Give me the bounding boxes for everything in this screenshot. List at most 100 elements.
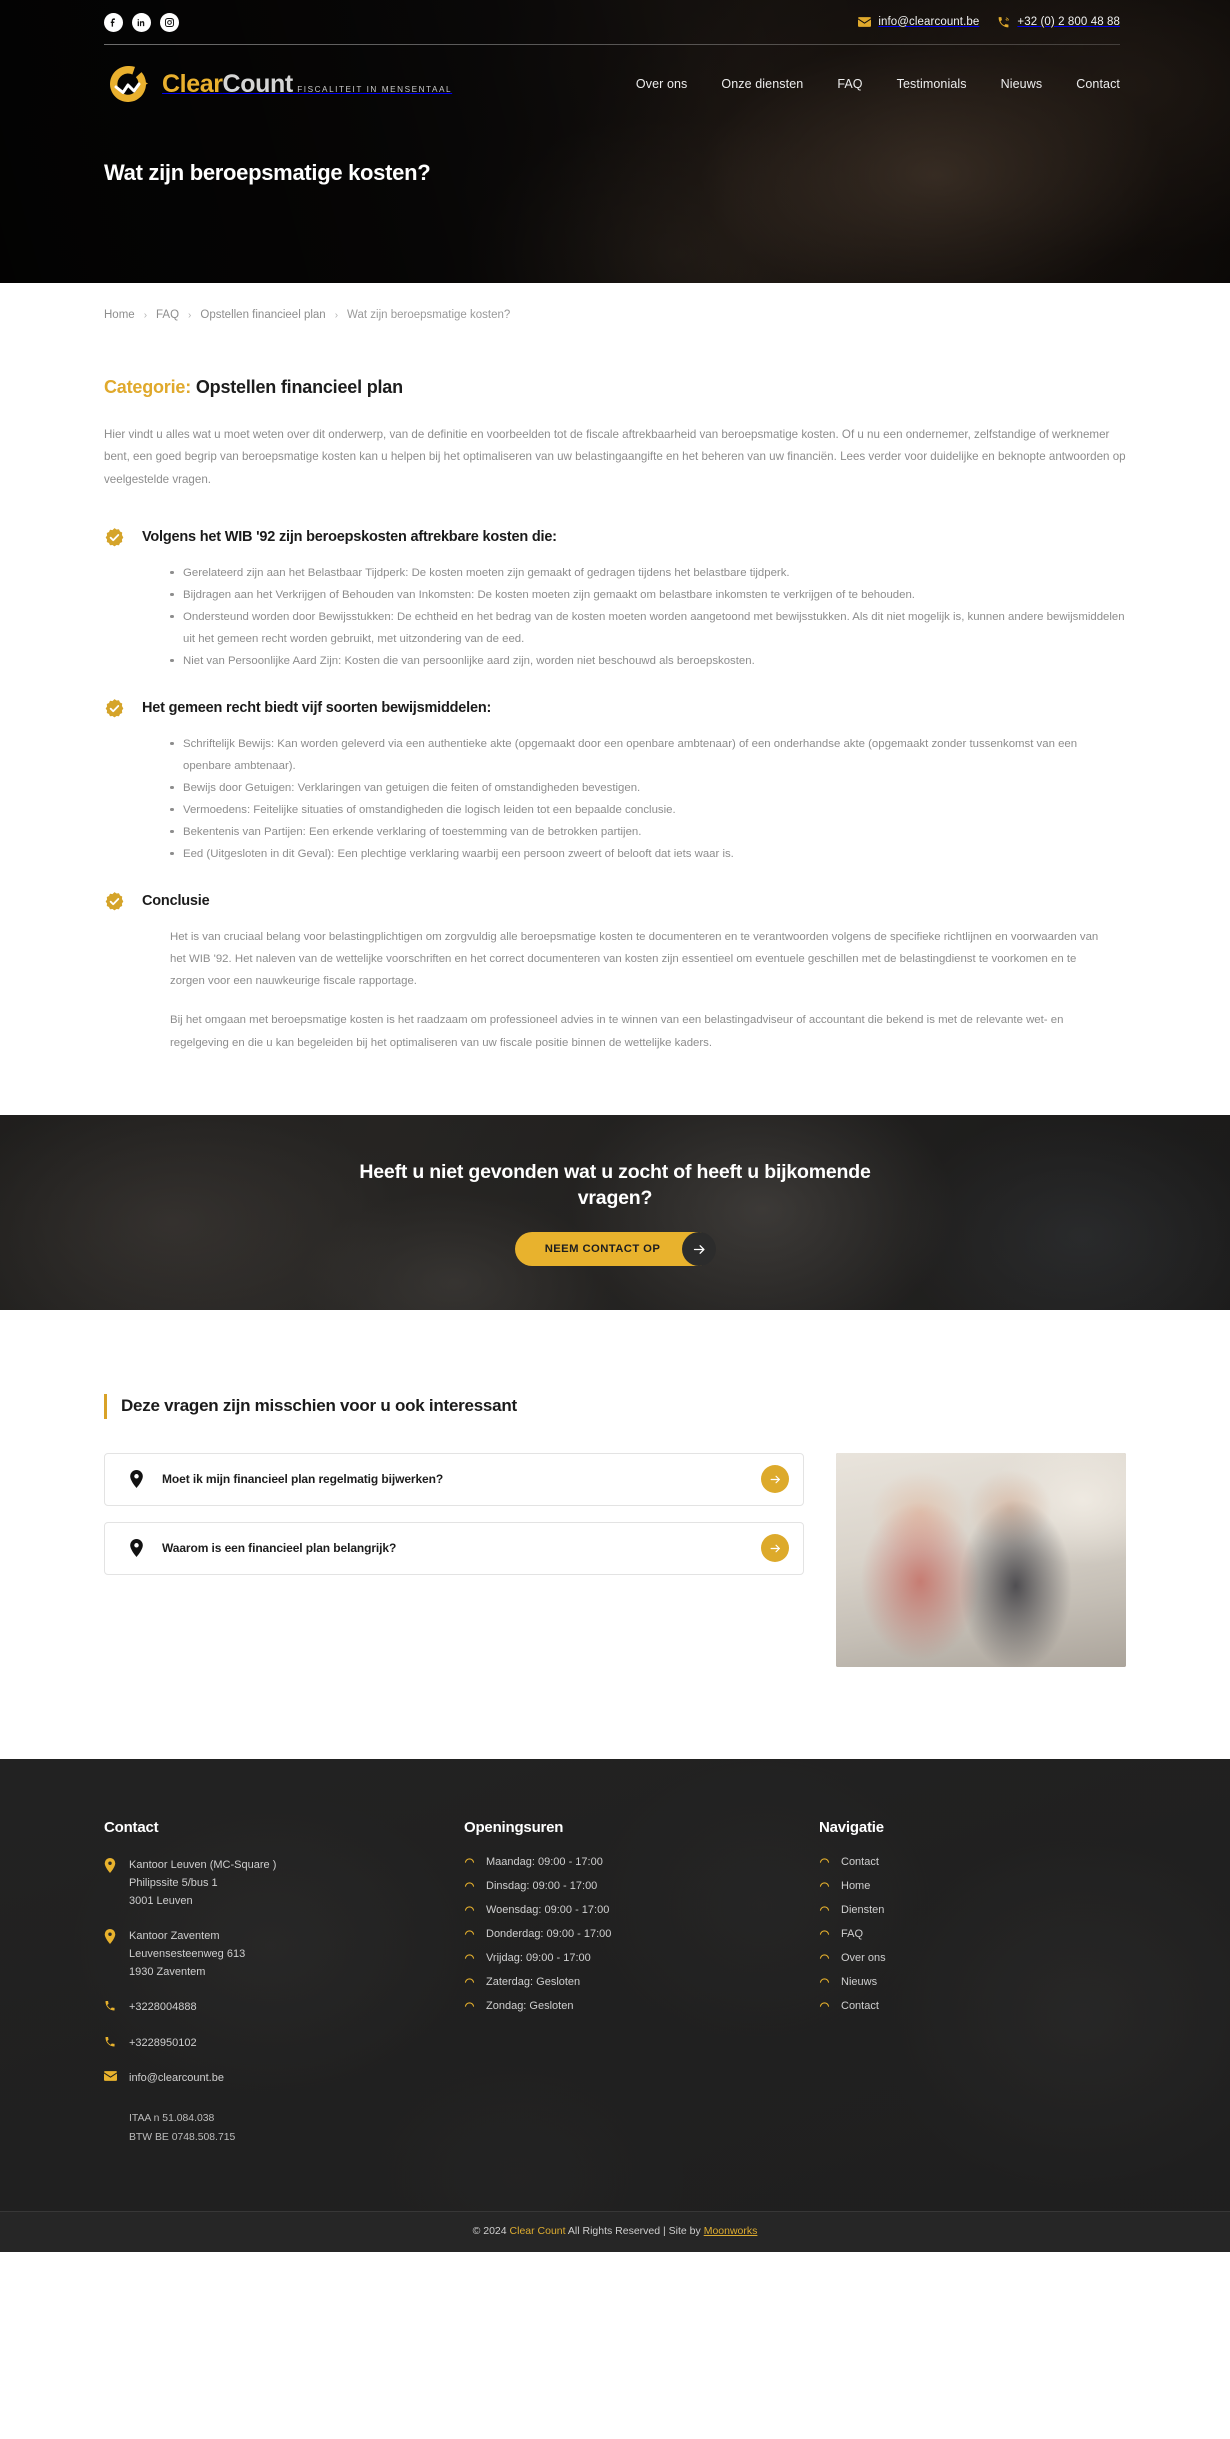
list-item: Bekentenis van Partijen: Een erkende ver… — [170, 821, 1126, 843]
breadcrumb-item-category[interactable]: Opstellen financieel plan — [200, 309, 325, 321]
list-item: Nieuws — [819, 1976, 1126, 1988]
nav-item-nieuws[interactable]: Nieuws — [1001, 77, 1043, 91]
breadcrumb-separator-icon: › — [334, 309, 339, 321]
related-question-list: Moet ik mijn financieel plan regelmatig … — [104, 1452, 804, 1575]
list-item: Bewijs door Getuigen: Verklaringen van g… — [170, 777, 1126, 799]
list-item: Diensten — [819, 1904, 1126, 1916]
list-item: Zondag: Gesloten — [464, 2000, 819, 2012]
arrow-right-icon — [682, 1232, 717, 1267]
category-label: Categorie: — [104, 377, 192, 397]
section-title: Het gemeen recht biedt vijf soorten bewi… — [142, 700, 492, 717]
office-city: 1930 Zaventem — [129, 1966, 206, 1979]
nav-item-testimonials[interactable]: Testimonials — [897, 77, 967, 91]
page-title: Wat zijn beroepsmatige kosten? — [104, 160, 431, 185]
header-email-text: info@clearcount.be — [878, 16, 980, 28]
list-item: Vermoedens: Feitelijke situaties of omst… — [170, 799, 1126, 821]
arrow-right-icon[interactable] — [761, 1534, 789, 1563]
office-street: Philipssite 5/bus 1 — [129, 1876, 218, 1889]
agency-link[interactable]: Moonworks — [704, 2225, 758, 2237]
chevron-icon — [819, 1904, 830, 1915]
list-item: Bijdragen aan het Verkrijgen of Behouden… — [170, 584, 1126, 606]
header-contact-info: info@clearcount.be +32 (0) 2 800 48 88 — [858, 16, 1120, 29]
breadcrumb-separator-icon: › — [188, 309, 192, 321]
office-name: Kantoor Leuven (MC-Square ) — [129, 1858, 277, 1871]
contact-cta-label: NEEM CONTACT OP — [544, 1243, 661, 1256]
footer-phone-text: +3228950102 — [129, 2036, 197, 2049]
footer-phone-2[interactable]: +3228950102 — [104, 2034, 464, 2052]
footer-hours-column: Openingsuren Maandag: 09:00 - 17:00 Dins… — [464, 1819, 819, 2148]
chevron-icon — [819, 1880, 830, 1891]
footer-phone-1[interactable]: +3228004888 — [104, 1998, 464, 2016]
article-conclusion: Conclusie Het is van cruciaal belang voo… — [104, 891, 1126, 1054]
footer-nav-link[interactable]: Contact — [841, 1856, 879, 1868]
related-questions-section: Deze vragen zijn misschien voor u ook in… — [0, 1310, 1230, 1759]
office-city: 3001 Leuven — [129, 1894, 193, 1907]
list-item: Zaterdag: Gesloten — [464, 1976, 819, 1988]
footer-nav-link[interactable]: Home — [841, 1880, 870, 1892]
conclusion-paragraph: Het is van cruciaal belang voor belastin… — [170, 930, 1099, 988]
breadcrumb-item-home[interactable]: Home — [104, 309, 135, 321]
footer-nav-link[interactable]: FAQ — [841, 1928, 863, 1940]
phone-icon — [104, 2034, 117, 2048]
copyright-middle: All Rights Reserved | Site by — [567, 2225, 701, 2238]
header-phone-link[interactable]: +32 (0) 2 800 48 88 — [997, 16, 1120, 29]
office-street: Leuvensesteenweg 613 — [129, 1948, 246, 1961]
breadcrumb-item-faq[interactable]: FAQ — [156, 309, 179, 321]
contact-cta-button[interactable]: NEEM CONTACT OP — [514, 1232, 717, 1267]
instagram-icon[interactable] — [160, 12, 179, 32]
list-item: FAQ — [819, 1928, 1126, 1940]
footer-navigation-list: Contact Home Diensten FAQ Over ons Nieuw… — [819, 1856, 1126, 2012]
facebook-icon[interactable] — [104, 12, 123, 32]
footer-navigation-title: Navigatie — [819, 1818, 884, 1836]
page-root: info@clearcount.be +32 (0) 2 800 48 88 C… — [0, 0, 1230, 2253]
list-item: Contact — [819, 2000, 1126, 2012]
footer-phone-text: +3228004888 — [129, 2001, 197, 2014]
footer-email[interactable]: info@clearcount.be — [104, 2069, 464, 2087]
related-heading: Deze vragen zijn misschien voor u ook in… — [121, 1395, 517, 1415]
social-links — [104, 12, 179, 32]
section-bullet-list: Schriftelijk Bewijs: Kan worden geleverd… — [104, 733, 1126, 865]
clock-icon — [464, 1856, 475, 1867]
related-question-item[interactable]: Waarom is een financieel plan belangrijk… — [104, 1521, 804, 1575]
article-spacer — [104, 1071, 1126, 1115]
logo-wordmark: ClearCount — [162, 69, 293, 98]
nav-item-contact[interactable]: Contact — [1076, 77, 1120, 91]
arrow-right-icon[interactable] — [761, 1465, 789, 1494]
category-value: Opstellen financieel plan — [195, 377, 403, 397]
footer-nav-link[interactable]: Diensten — [841, 1904, 884, 1916]
footer-navigation-column: Navigatie Contact Home Diensten FAQ Over… — [819, 1819, 1126, 2148]
phone-icon — [997, 16, 1010, 29]
list-item: Eed (Uitgesloten in dit Geval): Een plec… — [170, 843, 1126, 865]
nav-item-over-ons[interactable]: Over ons — [636, 77, 688, 91]
site-logo[interactable]: ClearCount FISCALITEIT IN MENSENTAAL — [104, 60, 452, 108]
header-email-link[interactable]: info@clearcount.be — [858, 16, 979, 28]
check-badge-icon — [104, 891, 125, 912]
footer-nav-link[interactable]: Contact — [841, 2000, 879, 2012]
footer-legal-numbers: ITAA n 51.084.038 BTW BE 0748.508.715 — [104, 2109, 464, 2148]
list-item: Contact — [819, 1856, 1126, 1868]
footer-nav-link[interactable]: Nieuws — [841, 1976, 877, 1988]
nav-links: Over ons Onze diensten FAQ Testimonials … — [636, 77, 1120, 91]
list-item: Donderdag: 09:00 - 17:00 — [464, 1928, 819, 1940]
opening-hours-list: Maandag: 09:00 - 17:00 Dinsdag: 09:00 - … — [464, 1856, 819, 2012]
check-badge-icon — [104, 698, 125, 719]
footer-contact-column: Contact Kantoor Leuven (MC-Square ) Phil… — [104, 1819, 464, 2148]
nav-item-faq[interactable]: FAQ — [837, 77, 862, 91]
section-title: Volgens het WIB '92 zijn beroepskosten a… — [142, 529, 557, 546]
top-utility-bar: info@clearcount.be +32 (0) 2 800 48 88 — [0, 0, 1230, 44]
mail-icon — [858, 17, 872, 27]
footer-nav-link[interactable]: Over ons — [841, 1952, 886, 1964]
linkedin-icon[interactable] — [132, 12, 151, 32]
nav-item-onze-diensten[interactable]: Onze diensten — [721, 77, 803, 91]
related-question-label: Moet ik mijn financieel plan regelmatig … — [162, 1472, 444, 1487]
conclusion-title: Conclusie — [142, 893, 210, 910]
copyright-brand-link[interactable]: Clear Count — [510, 2225, 566, 2237]
related-question-item[interactable]: Moet ik mijn financieel plan regelmatig … — [104, 1452, 804, 1506]
location-pin-icon — [129, 1539, 144, 1558]
vat-number: BTW BE 0748.508.715 — [129, 2132, 236, 2144]
related-question-label: Waarom is een financieel plan belangrijk… — [162, 1541, 397, 1556]
office-name: Kantoor Zaventem — [129, 1929, 220, 1942]
breadcrumb-separator-icon: › — [143, 309, 148, 321]
clock-icon — [464, 2000, 475, 2011]
main-navigation: ClearCount FISCALITEIT IN MENSENTAAL Ove… — [0, 45, 1230, 111]
